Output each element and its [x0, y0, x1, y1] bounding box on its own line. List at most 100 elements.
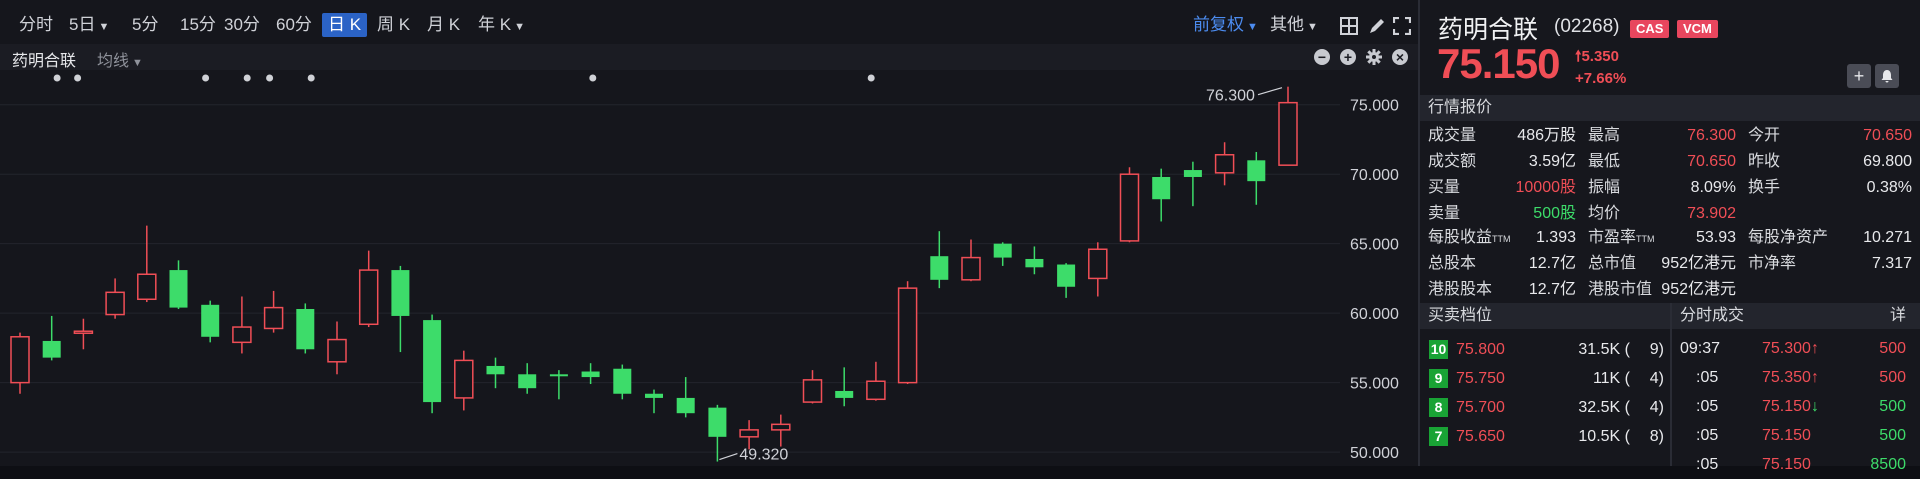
order-qty: 10.5K (	[1578, 428, 1630, 445]
trade-price: 75.150	[1762, 427, 1811, 444]
trade-row: :05 75.150↓ 500	[1672, 392, 1920, 421]
candle	[549, 370, 568, 400]
stat-label: 港股股本	[1428, 281, 1493, 298]
close-chart-button[interactable]: ×	[1392, 49, 1408, 65]
candle-body	[454, 359, 474, 399]
tab-period-day[interactable]: 日 K	[322, 13, 368, 37]
candle	[454, 350, 474, 411]
gear-icon[interactable]	[1366, 49, 1382, 65]
trade-price: 75.150↓	[1762, 398, 1819, 415]
candle	[1025, 246, 1044, 275]
stat-value: 952亿港元	[1661, 281, 1736, 298]
candle-body	[201, 304, 220, 337]
stat-label: 均价	[1588, 205, 1621, 222]
stat-value: 500股	[1533, 205, 1576, 222]
stat-value: 8.09%	[1690, 179, 1736, 196]
chart-stock-label: 药明合联	[12, 53, 77, 70]
stat-value: 76.300	[1687, 127, 1736, 144]
tab-period-5min[interactable]: 5分	[126, 13, 164, 37]
y-tick-label: 55.000	[1350, 376, 1399, 393]
stat-value: 73.902	[1687, 205, 1736, 222]
stat-item: 总市值 952亿港元	[1588, 251, 1736, 277]
candle-body	[169, 270, 188, 308]
stat-label: 每股净资产	[1748, 229, 1829, 246]
candle-body	[802, 379, 823, 403]
zoom-in-button[interactable]: +	[1340, 49, 1356, 65]
orderbook-row[interactable]: 8 75.700 32.5K (4)	[1420, 393, 1670, 422]
ma-dropdown[interactable]: 均线 ▼	[97, 47, 143, 71]
trade-price: 75.350↑	[1762, 369, 1819, 386]
vcm-badge: VCM	[1677, 20, 1718, 38]
order-price: 75.700	[1456, 399, 1505, 416]
orderbook-row[interactable]: 7 75.650 10.5K (8)	[1420, 422, 1670, 451]
stat-value: 1.393	[1535, 229, 1576, 246]
orderbook-row[interactable]: 10 75.800 31.5K (9)	[1420, 335, 1670, 364]
stat-value: 12.7亿	[1528, 255, 1576, 272]
stat-value: 7.317	[1871, 255, 1912, 272]
level-badge: 9	[1429, 369, 1448, 388]
trade-price: 75.300↑	[1762, 340, 1819, 357]
arrow-up-icon: ↑	[1810, 369, 1819, 386]
stat-item: 每股净资产 10.271	[1748, 225, 1912, 251]
stat-label: 今开	[1748, 127, 1781, 144]
tab-period-month[interactable]: 月 K	[421, 13, 466, 37]
bell-icon	[1881, 70, 1893, 83]
orderbook-header: 买卖档位	[1420, 303, 1670, 329]
tab-period-intraday[interactable]: 分时	[13, 13, 59, 37]
candle-body	[1183, 170, 1202, 177]
fullscreen-icon[interactable]	[1393, 17, 1411, 35]
tab-period-week[interactable]: 周 K	[371, 13, 416, 37]
order-count: 8)	[1649, 428, 1664, 445]
tab-period-30min[interactable]: 30分	[218, 13, 266, 37]
orderbook-row[interactable]: 9 75.750 11K (4)	[1420, 364, 1670, 393]
order-count: 4)	[1649, 399, 1664, 416]
candle	[961, 239, 981, 282]
candle	[708, 404, 727, 462]
candle	[1247, 151, 1266, 205]
chevron-down-icon: ▼	[132, 57, 143, 69]
kline-chart[interactable]: 75.000 70.000 65.000 60.000 55.000 50.000 76.…	[0, 70, 1418, 466]
trade-volume: 8500	[1870, 456, 1906, 473]
stat-item: 卖量 500股	[1428, 201, 1576, 227]
candle	[358, 250, 379, 328]
stat-label: 成交额	[1428, 153, 1477, 170]
candle-body	[1057, 264, 1076, 287]
alert-bell-button[interactable]	[1875, 64, 1899, 88]
candle	[1119, 167, 1140, 243]
level-badge: 8	[1429, 398, 1448, 417]
add-watchlist-button[interactable]: +	[1847, 64, 1871, 88]
candle-body	[613, 368, 632, 394]
trade-time: :05	[1696, 427, 1719, 444]
order-qty: 11K (	[1592, 370, 1630, 387]
stat-item: 市盈率TTM 53.93	[1588, 225, 1736, 251]
tab-period-5day[interactable]: 5日 ▼	[63, 13, 115, 37]
stat-label: 昨收	[1748, 153, 1781, 170]
stat-label: 市盈率TTM	[1588, 229, 1655, 246]
candle	[232, 296, 252, 354]
tab-period-year[interactable]: 年 K ▼	[472, 13, 531, 37]
draw-pen-icon[interactable]	[1368, 17, 1386, 35]
candle-body	[866, 380, 886, 401]
other-dropdown[interactable]: 其他 ▼	[1270, 13, 1318, 39]
candle	[10, 332, 30, 394]
stat-label: 港股市值	[1588, 281, 1653, 298]
zoom-out-button[interactable]: −	[1314, 49, 1330, 65]
candle-body	[423, 320, 442, 403]
stat-item: 均价 73.902	[1588, 201, 1736, 227]
tab-period-15min[interactable]: 15分	[174, 13, 222, 37]
candle	[739, 420, 759, 450]
candle	[296, 303, 315, 354]
arrow-up-icon: ↑	[1810, 340, 1819, 357]
candle	[1057, 263, 1076, 298]
layout-grid-icon[interactable]	[1340, 17, 1358, 35]
trades-detail-button[interactable]: 详	[1890, 303, 1906, 329]
tab-period-60min[interactable]: 60分	[270, 13, 318, 37]
event-dot	[53, 74, 61, 82]
adjust-dropdown[interactable]: 前复权 ▼	[1193, 13, 1258, 39]
stat-value: 3.59亿	[1528, 153, 1576, 170]
event-dot	[867, 74, 875, 82]
candle	[73, 318, 94, 350]
annotation-arrow	[1257, 87, 1283, 96]
candle-body	[739, 429, 759, 438]
candle	[486, 357, 505, 389]
